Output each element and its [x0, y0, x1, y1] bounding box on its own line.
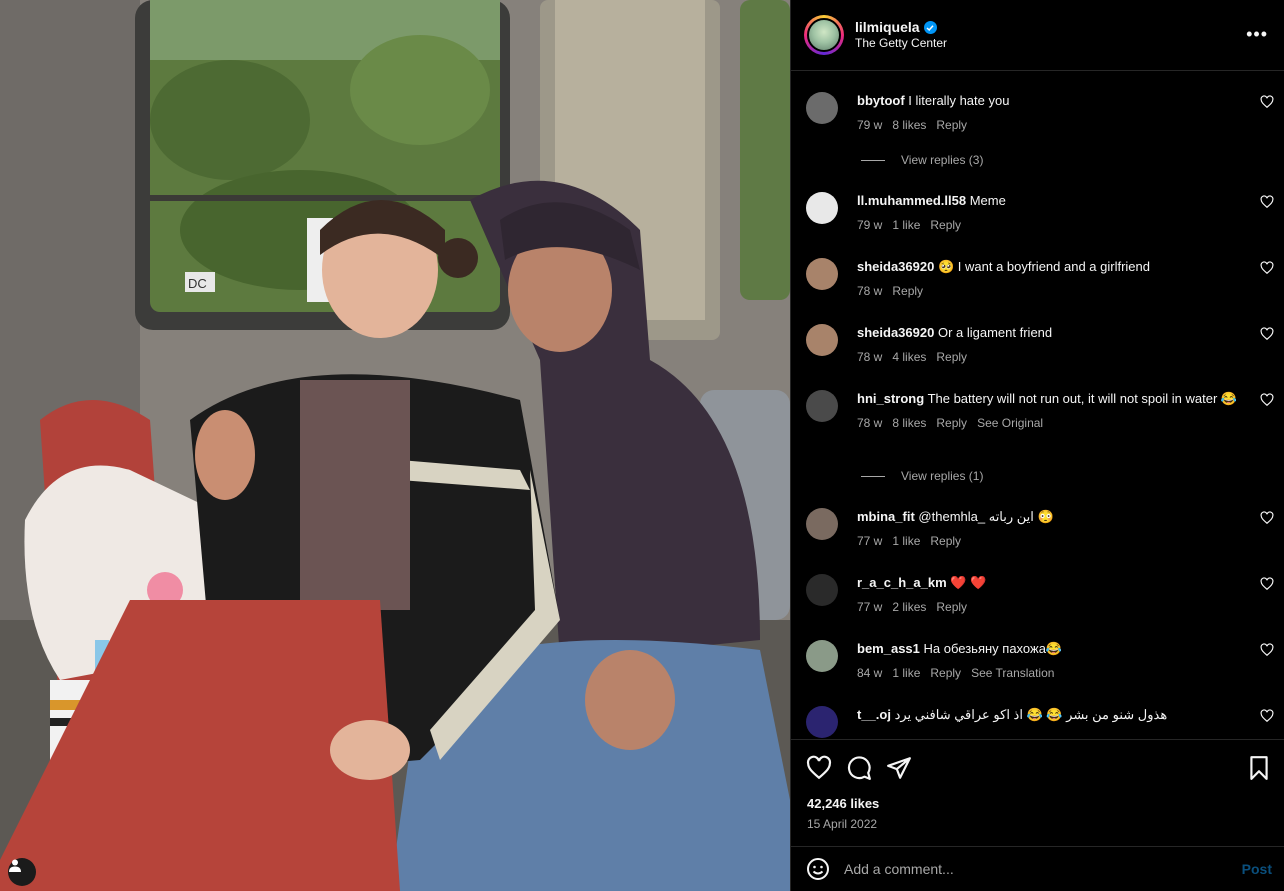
view-replies-button[interactable]: View replies (3) — [861, 153, 983, 167]
comment-time: 77 w — [857, 534, 883, 548]
comment-username[interactable]: bbytoof — [857, 93, 905, 108]
comments-list[interactable]: bbytoof I literally hate you 79 w 8 like… — [791, 72, 1284, 739]
comment-text: I literally hate you — [908, 93, 1010, 108]
likes-count[interactable]: 42,246 likes — [807, 796, 879, 811]
comment-like-heart-icon[interactable] — [1260, 577, 1274, 591]
see-translation-button[interactable]: See Translation — [971, 665, 1054, 682]
reply-button[interactable]: Reply — [930, 533, 961, 550]
comment-like-heart-icon[interactable] — [1260, 327, 1274, 341]
comment-like-heart-icon[interactable] — [1260, 709, 1274, 723]
comment-like-heart-icon[interactable] — [1260, 195, 1274, 209]
commenter-avatar[interactable] — [806, 92, 838, 124]
comment-likes[interactable]: 1 like — [892, 533, 920, 550]
commenter-avatar[interactable] — [806, 706, 838, 738]
commenter-avatar[interactable] — [806, 574, 838, 606]
post-actions: 42,246 likes 15 April 2022 — [791, 739, 1284, 845]
comment-text: На обезьяну пахожа😂 — [923, 641, 1063, 656]
comment-username[interactable]: t__.oj — [857, 707, 891, 722]
comment-text: Meme — [969, 193, 1006, 208]
add-comment-input[interactable] — [844, 861, 1242, 877]
more-options-icon[interactable]: ••• — [1246, 25, 1268, 43]
reply-button[interactable]: Reply — [930, 665, 961, 682]
post-location[interactable]: The Getty Center — [855, 36, 947, 51]
add-comment-bar: Post — [791, 846, 1284, 891]
commenter-avatar[interactable] — [806, 390, 838, 422]
comment-username[interactable]: r_a_c_h_a_km — [857, 575, 947, 590]
comment-time: 79 w — [857, 218, 883, 232]
commenter-avatar[interactable] — [806, 192, 838, 224]
comment-like-heart-icon[interactable] — [1260, 393, 1274, 407]
comment-time: 84 w — [857, 666, 883, 680]
comment-username[interactable]: ll.muhammed.ll58 — [857, 193, 966, 208]
comment-text: هذول شنو من بشر 😂 😂 اذ اكو عراقي شافني ي… — [894, 707, 1168, 722]
reply-button[interactable]: Reply — [892, 283, 923, 300]
view-replies-label: View replies (3) — [901, 153, 984, 167]
reply-button[interactable]: Reply — [936, 599, 967, 616]
comment-likes[interactable]: 4 likes — [892, 349, 926, 366]
post-photo-illustration: DC — [0, 0, 790, 891]
commenter-avatar[interactable] — [806, 640, 838, 672]
share-icon[interactable] — [886, 755, 912, 781]
author-username[interactable]: lilmiquela — [855, 19, 920, 37]
comment-likes[interactable]: 1 like — [892, 217, 920, 234]
comment-like-heart-icon[interactable] — [1260, 511, 1274, 525]
comment-username[interactable]: sheida36920 — [857, 259, 934, 274]
comment-text: The battery will not run out, it will no… — [927, 391, 1238, 406]
comment-likes[interactable]: 2 likes — [892, 599, 926, 616]
commenter-avatar[interactable] — [806, 258, 838, 290]
comment-time: 77 w — [857, 600, 883, 614]
comment-likes[interactable]: 8 likes — [892, 117, 926, 134]
view-replies-label: View replies (1) — [901, 469, 984, 483]
comment-time: 78 w — [857, 350, 883, 364]
comment-username[interactable]: hni_strong — [857, 391, 924, 406]
comment-username[interactable]: sheida36920 — [857, 325, 934, 340]
post-comment-button[interactable]: Post — [1242, 861, 1272, 877]
commenter-avatar[interactable] — [806, 324, 838, 356]
user-tag-icon — [9, 859, 21, 872]
commenter-avatar[interactable] — [806, 508, 838, 540]
post-details-panel: lilmiquela The Getty Center ••• bbytoof … — [790, 0, 1284, 891]
verified-badge-icon — [923, 21, 937, 34]
see-original-button[interactable]: See Original — [977, 415, 1043, 432]
comment-icon[interactable] — [846, 755, 872, 781]
tram-sign-text: DC — [188, 276, 207, 291]
comment-like-heart-icon[interactable] — [1260, 643, 1274, 657]
reply-button[interactable]: Reply — [936, 349, 967, 366]
post-date: 15 April 2022 — [807, 817, 878, 831]
emoji-icon[interactable] — [806, 857, 830, 881]
comment-text: 🥺 I want a boyfriend and a girlfriend — [937, 259, 1150, 274]
user-tag-button[interactable] — [8, 858, 36, 886]
comment-time: 78 w — [857, 416, 883, 430]
reply-button[interactable]: Reply — [930, 217, 961, 234]
comment-likes[interactable]: 8 likes — [892, 415, 926, 432]
post-header: lilmiquela The Getty Center ••• — [791, 0, 1284, 71]
reply-button[interactable]: Reply — [936, 415, 967, 432]
bookmark-icon[interactable] — [1246, 755, 1272, 781]
post-image[interactable]: DC — [0, 0, 790, 891]
author-avatar[interactable] — [804, 15, 844, 55]
comment-like-heart-icon[interactable] — [1260, 261, 1274, 275]
comment-text: Or a ligament friend — [937, 325, 1053, 340]
comment-text: @themhla_ این رباته 😳 — [918, 509, 1054, 524]
heart-icon[interactable] — [806, 755, 832, 781]
comment-time: 79 w — [857, 118, 883, 132]
view-replies-button[interactable]: View replies (1) — [861, 469, 983, 483]
reply-button[interactable]: Reply — [936, 117, 967, 134]
comment-text: ❤️ ❤️ — [950, 575, 987, 590]
comment-likes[interactable]: 1 like — [892, 665, 920, 682]
comment-username[interactable]: bem_ass1 — [857, 641, 920, 656]
comment-username[interactable]: mbina_fit — [857, 509, 915, 524]
comment-time: 78 w — [857, 284, 883, 298]
comment-like-heart-icon[interactable] — [1260, 95, 1274, 109]
